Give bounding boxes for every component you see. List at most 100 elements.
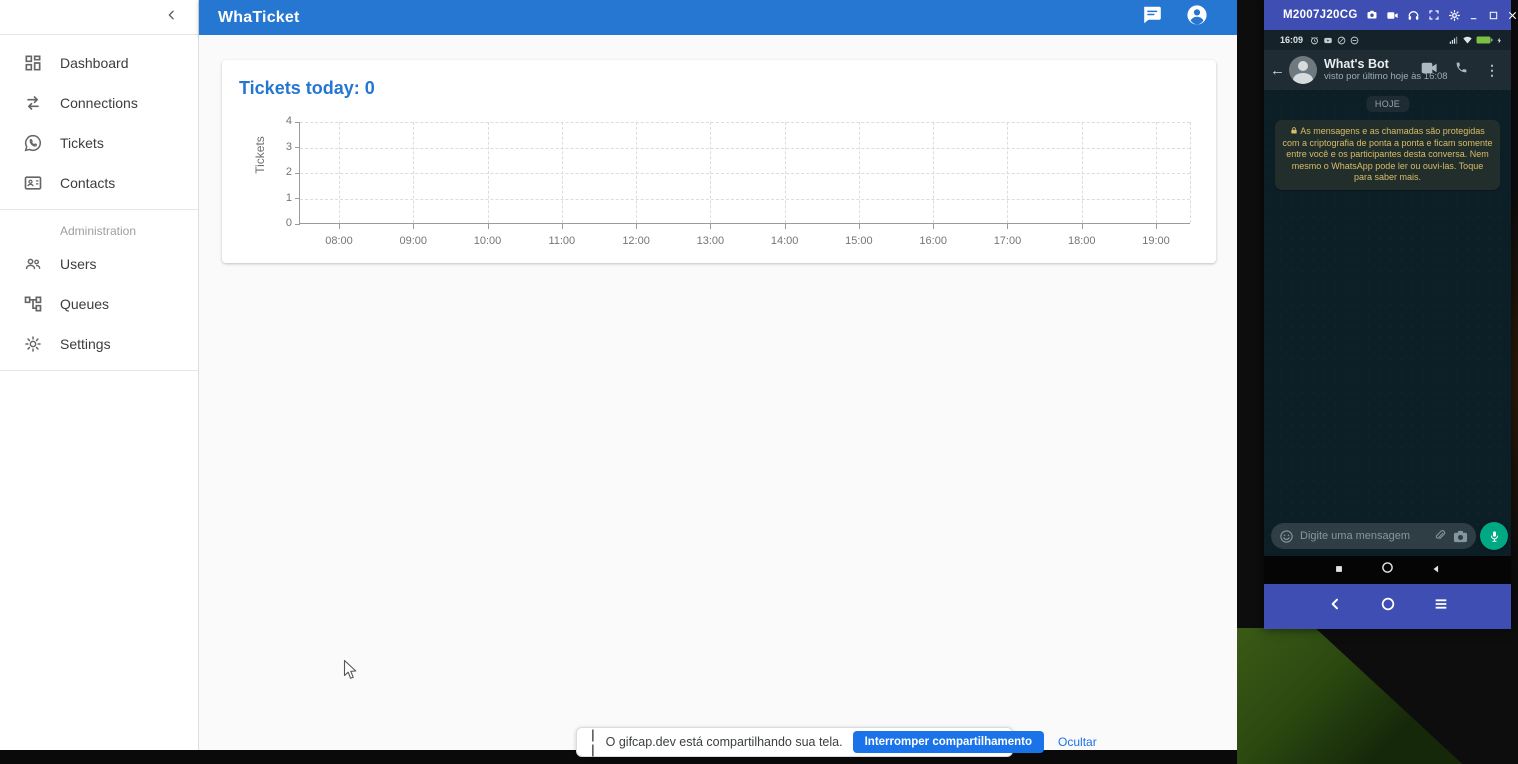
gear-icon: [21, 332, 45, 356]
menu-kebab-icon[interactable]: ⋮: [1485, 62, 1499, 79]
sidebar-item-label: Contacts: [60, 175, 115, 191]
mic-icon: [1488, 530, 1501, 543]
camera-icon[interactable]: [1453, 530, 1468, 543]
sidebar-item-label: Queues: [60, 296, 109, 312]
sidebar-admin-list: Users Queues Settings: [0, 244, 198, 364]
contact-card-icon: [21, 171, 45, 195]
compose-bar: [1264, 522, 1511, 550]
wifi-icon: [1462, 35, 1473, 45]
attach-icon[interactable]: [1433, 529, 1447, 543]
mouse-cursor: [343, 659, 359, 681]
sidebar-item-queues[interactable]: Queues: [0, 284, 198, 324]
contact-avatar[interactable]: [1289, 56, 1317, 84]
android-nav-bar: [1264, 556, 1511, 584]
tree-icon: [21, 292, 45, 316]
settings-button[interactable]: [1448, 9, 1461, 22]
chat-area: HOJE As mensagens e as chamadas são prot…: [1264, 90, 1511, 556]
stop-sharing-button[interactable]: Interromper compartilhamento: [853, 731, 1044, 753]
alarm-icon: [1310, 36, 1319, 45]
chart-title: Tickets today: 0: [239, 78, 375, 99]
chart-y-axis-label: Tickets: [253, 125, 267, 185]
status-time: 16:09: [1280, 35, 1303, 45]
back-button[interactable]: [1431, 561, 1441, 579]
youtube-icon: [1323, 36, 1333, 45]
screen-share-bar: | | O gifcap.dev está compartilhando sua…: [576, 727, 1013, 757]
collapse-drawer-button[interactable]: [162, 6, 180, 29]
minimize-window-button[interactable]: [1469, 9, 1480, 22]
message-input[interactable]: [1300, 530, 1427, 542]
date-badge: HOJE: [1366, 96, 1409, 112]
lock-icon: [1290, 126, 1298, 135]
hide-share-bar-link[interactable]: Ocultar: [1054, 735, 1101, 749]
whatsapp-chat-header: ← What's Bot visto por último hoje às 16…: [1264, 50, 1511, 90]
swap-arrows-icon: [21, 91, 45, 115]
sidebar-section-administration: Administration: [0, 210, 198, 244]
account-button[interactable]: [1185, 3, 1209, 32]
chat-bubble-icon: [1141, 4, 1163, 26]
people-icon: [21, 252, 45, 276]
scrcpy-recents-button[interactable]: [1433, 596, 1449, 617]
audio-button[interactable]: [1407, 9, 1420, 22]
contact-last-seen: visto por último hoje às 16:08: [1324, 71, 1421, 83]
battery-icon: [1476, 35, 1493, 45]
sidebar-item-label: Users: [60, 256, 97, 272]
dashboard-icon: [21, 51, 45, 75]
recents-button[interactable]: [1334, 561, 1344, 579]
status-right-icons: [1448, 35, 1503, 45]
chart-plot: 0123408:0009:0010:0011:0012:0013:0014:00…: [299, 122, 1190, 224]
sidebar-item-dashboard[interactable]: Dashboard: [0, 43, 198, 83]
sidebar-item-label: Tickets: [60, 135, 104, 151]
screen-share-pause-icon: | |: [591, 727, 596, 757]
emoji-icon[interactable]: [1279, 529, 1294, 544]
wallpaper-grass: [1237, 628, 1482, 764]
browser-window: Dashboard Connections Tickets: [0, 0, 1237, 750]
charging-icon: [1496, 36, 1503, 45]
encryption-text: As mensagens e as chamadas são protegida…: [1282, 126, 1492, 182]
record-button[interactable]: [1386, 9, 1399, 22]
sidebar-item-label: Connections: [60, 95, 138, 111]
encryption-notice[interactable]: As mensagens e as chamadas são protegida…: [1275, 120, 1500, 190]
data-saver-icon: [1337, 36, 1346, 45]
tickets-chart-card: Tickets today: 0 Tickets 0123408:0009:00…: [222, 60, 1216, 263]
phone-window-title: M2007J20CG: [1283, 9, 1358, 21]
sidebar: Dashboard Connections Tickets: [0, 0, 199, 750]
back-arrow-icon[interactable]: ←: [1270, 62, 1285, 79]
scrcpy-back-button[interactable]: [1327, 596, 1343, 617]
sidebar-item-settings[interactable]: Settings: [0, 324, 198, 364]
sidebar-item-users[interactable]: Users: [0, 244, 198, 284]
screenshot-button[interactable]: [1366, 9, 1378, 22]
app-bar: WhaTicket: [199, 0, 1237, 35]
screen: Dashboard Connections Tickets: [0, 0, 1518, 764]
sidebar-item-tickets[interactable]: Tickets: [0, 123, 198, 163]
sidebar-item-connections[interactable]: Connections: [0, 83, 198, 123]
scrcpy-home-button[interactable]: [1380, 596, 1396, 617]
voice-call-button[interactable]: [1455, 61, 1468, 79]
sidebar-divider: [0, 370, 198, 371]
video-call-button[interactable]: [1421, 61, 1438, 79]
chat-header-actions: ⋮: [1421, 61, 1503, 79]
maximize-window-button[interactable]: [1488, 9, 1499, 22]
main-content: Tickets today: 0 Tickets 0123408:0009:00…: [199, 35, 1237, 750]
home-button[interactable]: [1381, 561, 1394, 579]
whatsapp-icon: [21, 131, 45, 155]
voice-message-button[interactable]: [1480, 522, 1508, 550]
desktop-background: M2007J20CG 16:09: [1237, 0, 1518, 764]
scrcpy-nav-bar: [1264, 584, 1511, 629]
dnd-icon: [1350, 36, 1359, 45]
signal-icon: [1448, 35, 1459, 45]
screen-share-message: O gifcap.dev está compartilhando sua tel…: [606, 735, 843, 749]
app-bar-actions: [1141, 3, 1237, 32]
contact-name: What's Bot: [1324, 57, 1421, 71]
drawer-header: [0, 0, 198, 35]
phone-window-titlebar[interactable]: M2007J20CG: [1264, 0, 1511, 30]
sidebar-item-label: Settings: [60, 336, 111, 352]
contact-info[interactable]: What's Bot visto por último hoje às 16:0…: [1324, 57, 1421, 83]
close-window-button[interactable]: [1507, 9, 1518, 22]
message-input-pill: [1271, 523, 1476, 549]
messages-button[interactable]: [1141, 4, 1163, 31]
fullscreen-button[interactable]: [1428, 9, 1440, 22]
phone-mirror-window: M2007J20CG 16:09: [1264, 0, 1511, 629]
sidebar-item-contacts[interactable]: Contacts: [0, 163, 198, 203]
sidebar-main-list: Dashboard Connections Tickets: [0, 35, 198, 203]
sidebar-item-label: Dashboard: [60, 55, 129, 71]
